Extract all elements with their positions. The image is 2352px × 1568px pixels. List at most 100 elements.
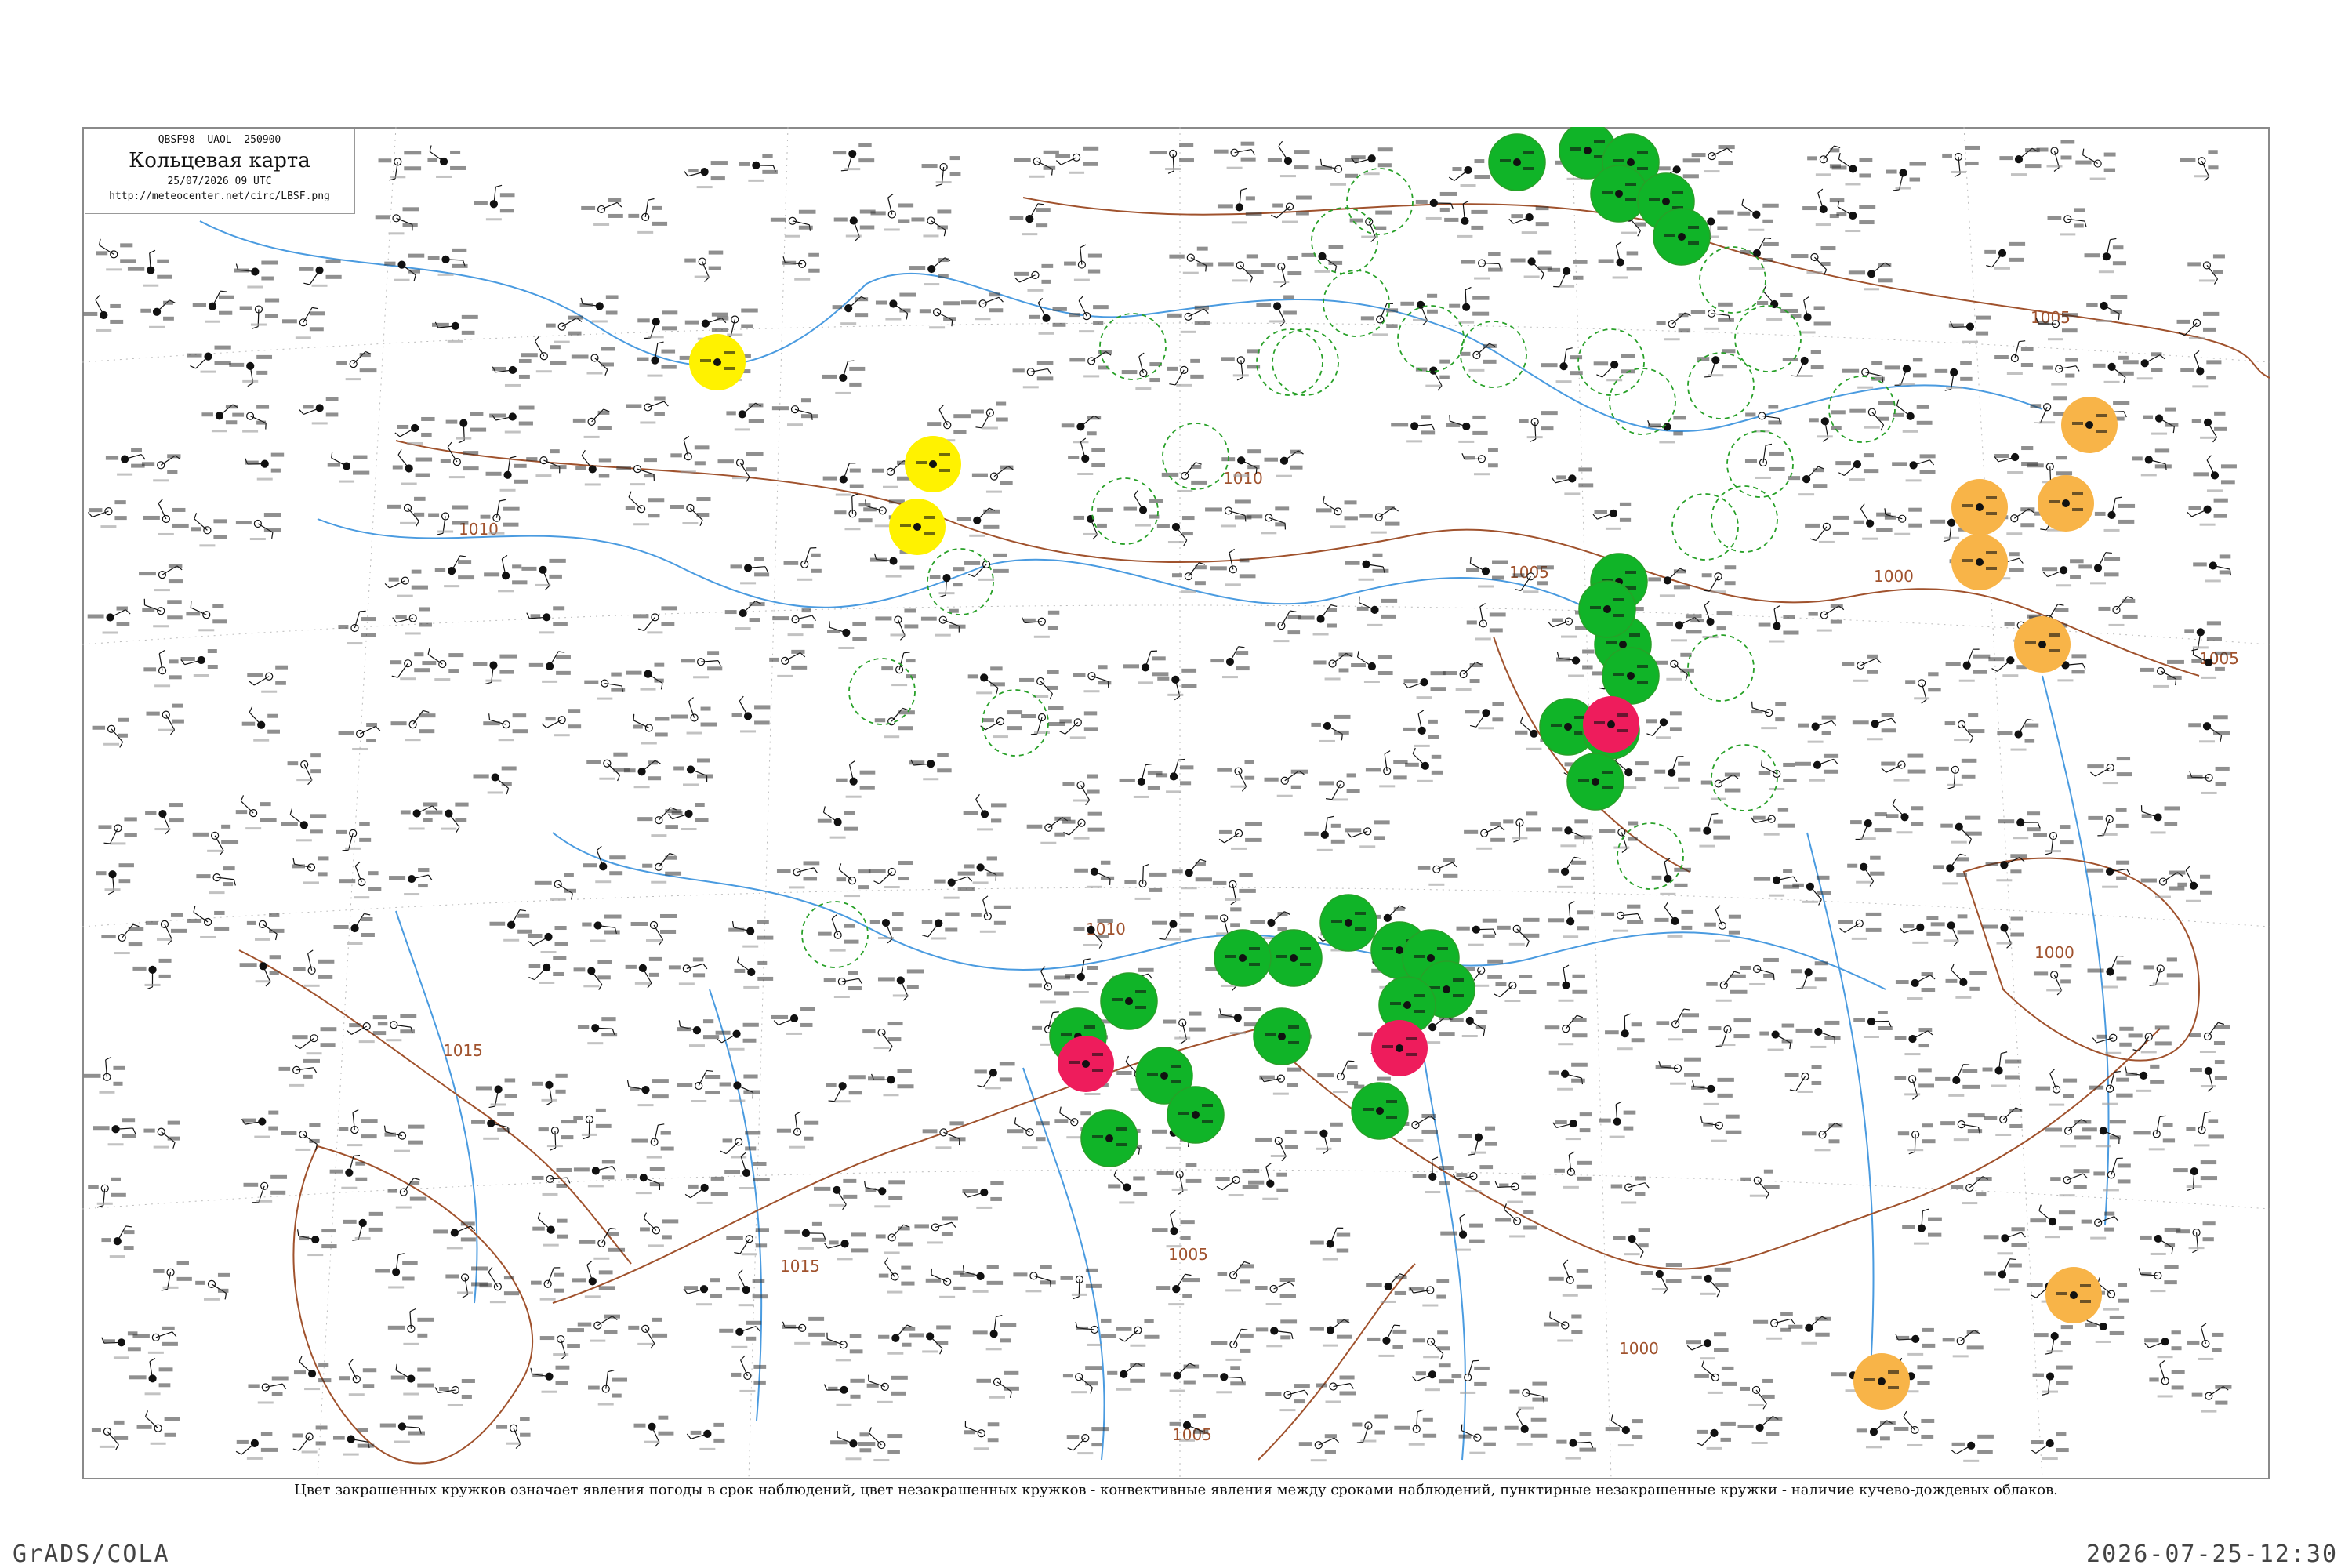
station-plot [474,184,515,221]
station-plot [1899,916,1941,944]
map-code: QBSF98 UAOL 250900 [158,134,281,146]
station-plot [1548,1259,1592,1297]
station-plot [586,752,630,782]
station-plot [684,250,724,282]
station-plot [1853,1010,1893,1038]
station-plot [2140,1227,2181,1255]
station-plot [1062,774,1100,806]
station-plot [1686,1332,1729,1360]
station-plot [1446,415,1488,443]
station-plot [869,550,915,578]
station-plot [976,1370,1019,1399]
station-plot [195,1272,230,1301]
station-plot [389,868,433,896]
station-plot [1802,1122,1843,1152]
station-plot [1881,753,1926,782]
station-plot [1546,964,1588,1002]
station-plot [239,298,280,329]
red-weather-circle [1371,1020,1428,1076]
station-plot [1014,263,1054,292]
station-plot [1311,714,1351,742]
station-plot [1167,305,1210,333]
station-plot [1069,350,1112,378]
station-plot [2084,238,2127,274]
station-plot [1351,651,1393,684]
station-plot [1349,210,1392,242]
station-plot [1997,718,2039,751]
orange-weather-circle [2045,1267,2102,1323]
station-plot [2036,140,2075,172]
station-plot [1942,145,1980,178]
station-plot [681,651,723,679]
red-weather-circle [1058,1036,1114,1092]
station-plot [1163,1011,1206,1044]
station-plot [824,1232,869,1261]
station-plot [980,710,1023,739]
station-plot [1319,773,1360,801]
station-plot [878,1257,915,1294]
station-plot [731,695,771,733]
station-plot [281,808,327,842]
station-plot [573,960,612,990]
station-plot [1365,750,1408,788]
map-url[interactable]: http://meteocenter.net/circ/LBSF.png [85,191,354,202]
station-plot [1853,503,1893,540]
station-plot [1264,769,1308,797]
station-plot [139,564,183,592]
station-plot [633,606,677,634]
station-plot [196,866,236,895]
station-plot [1156,1163,1202,1196]
station-plot [782,1316,826,1345]
map-legend-box: QBSF98 UAOL 250900 Кольцевая карта 25/07… [85,129,355,214]
station-plot [2140,805,2180,834]
station-plot [1217,1261,1254,1292]
cb-cloud-ring [1162,423,1229,490]
station-plot [2122,352,2165,380]
station-plot [1408,1279,1450,1307]
station-plot [1646,711,1682,739]
station-plot [2149,1360,2185,1398]
green-weather-circle [1653,208,1711,266]
station-plot [1217,760,1255,792]
station-plot [1696,1421,1736,1450]
station-plot [963,856,1004,884]
station-plot [967,666,1005,695]
station-plot [1831,153,1873,186]
station-plot [445,1266,488,1298]
weather-map[interactable]: 1005 1010 1005 1005 1000 1005 1010 1010 … [82,127,2270,1479]
station-plot [1656,1008,1700,1041]
station-plot [1798,715,1837,743]
station-plot [637,310,678,339]
station-plot [1451,1359,1490,1394]
station-plot [626,662,665,691]
station-plot [527,926,568,954]
station-plot [531,1267,565,1301]
station-plot [1264,449,1304,477]
station-plot [83,295,124,332]
station-plot [1897,1123,1936,1155]
station-plot [247,665,289,693]
station-plot [971,401,1008,430]
green-weather-circle [1214,929,1272,987]
station-plot [1107,1363,1145,1391]
station-plot [333,913,375,945]
station-plot [143,498,189,535]
station-plot [909,1325,951,1355]
station-plot [434,555,475,588]
station-plot [1255,1319,1298,1348]
isobar-label: 1000 [2034,943,2074,962]
station-plot [521,558,566,591]
station-plot [1345,820,1390,848]
station-plot [445,412,487,444]
station-plot [1356,596,1398,626]
station-plot [572,1260,615,1298]
station-plot [625,956,662,989]
station-plot [142,598,183,628]
station-plot [2187,254,2225,285]
station-plot [1654,756,1690,789]
station-plot [2190,1060,2227,1092]
station-plot [2187,1323,2224,1360]
station-plot [528,651,571,683]
station-plot [2138,1265,2179,1293]
station-plot [822,360,866,394]
